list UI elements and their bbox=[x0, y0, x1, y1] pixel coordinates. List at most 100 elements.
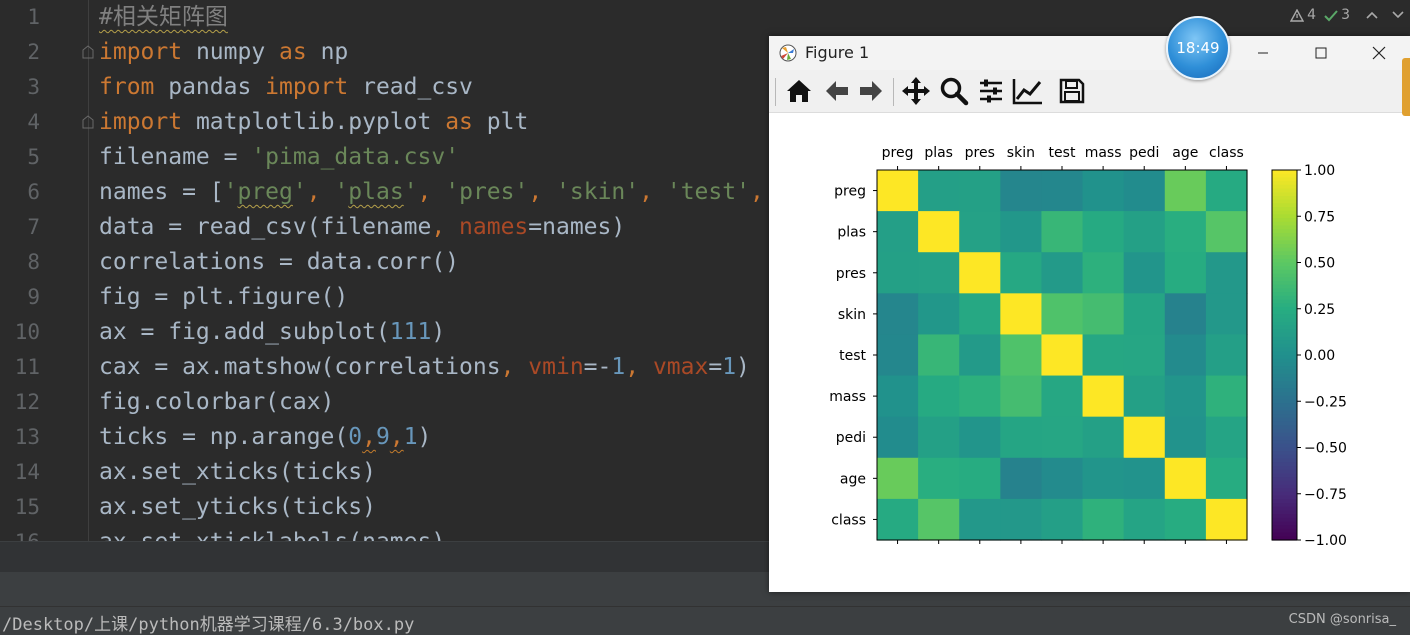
plot-canvas[interactable]: preg plas pres skin test mass pedi age class preg… bbox=[769, 113, 1410, 592]
maximize-button[interactable] bbox=[1298, 36, 1344, 70]
warning-count[interactable]: 4 bbox=[1290, 7, 1316, 23]
heatmap-cell bbox=[877, 252, 919, 294]
heatmap-cell bbox=[1082, 293, 1125, 336]
file-path[interactable]: /Desktop/上课/python机器学习课程/6.3/box.py bbox=[2, 610, 414, 635]
colorbar-segment bbox=[1272, 221, 1297, 227]
line-number: 14 bbox=[14, 460, 40, 484]
colorbar-segment bbox=[1272, 399, 1297, 404]
line-number: 8 bbox=[27, 250, 40, 274]
fold-marker-icon[interactable] bbox=[82, 115, 94, 129]
colorbar-segment bbox=[1272, 406, 1297, 412]
colorbar-segment bbox=[1272, 358, 1297, 363]
code-token: import bbox=[265, 74, 349, 100]
code-token: 1 bbox=[403, 424, 418, 450]
minimize-icon bbox=[1258, 52, 1268, 54]
heatmap-cell bbox=[877, 211, 919, 253]
inspection-widget[interactable]: 4 3 bbox=[1290, 4, 1404, 26]
colorbar-segment bbox=[1272, 414, 1297, 419]
colorbar-segment bbox=[1272, 499, 1297, 504]
back-button[interactable] bbox=[820, 74, 854, 108]
figure-window[interactable]: Figure 1 preg plas pres skin test mass p… bbox=[769, 36, 1410, 592]
floating-clock-widget[interactable]: 18:49 bbox=[1166, 16, 1230, 80]
edit-axis-icon bbox=[1012, 79, 1042, 105]
colorbar-segment bbox=[1272, 425, 1297, 430]
colorbar-segment bbox=[1272, 347, 1297, 352]
colorbar-segment bbox=[1272, 462, 1297, 467]
save-button[interactable] bbox=[1055, 74, 1089, 108]
colorbar-segment bbox=[1272, 177, 1297, 182]
heatmap-cell bbox=[877, 457, 919, 500]
code-token: plas bbox=[348, 179, 404, 205]
colorbar-segment bbox=[1272, 336, 1297, 341]
colorbar-segment bbox=[1272, 429, 1297, 434]
heatmap-cell bbox=[918, 170, 960, 212]
colorbar-segment bbox=[1272, 303, 1297, 308]
heatmap-cell bbox=[1164, 170, 1207, 212]
zoom-button[interactable] bbox=[937, 74, 971, 108]
colorbar-segment bbox=[1272, 170, 1297, 175]
code-token: np bbox=[306, 39, 349, 65]
close-button[interactable] bbox=[1356, 36, 1402, 70]
code-token: names = [ bbox=[99, 179, 224, 205]
code-text: fig = plt.figure() bbox=[99, 280, 348, 315]
window-title: Figure 1 bbox=[805, 43, 870, 62]
forward-button[interactable] bbox=[854, 74, 888, 108]
heatmap-cell bbox=[1123, 211, 1166, 253]
colorbar-segment bbox=[1272, 351, 1297, 356]
chevron-down-icon[interactable] bbox=[1392, 7, 1404, 23]
heatmap-cell bbox=[1082, 211, 1125, 253]
code-token: ax.set_xticks(ticks) bbox=[99, 459, 376, 485]
configure-subplots-button[interactable] bbox=[974, 74, 1008, 108]
colorbar-segment bbox=[1272, 506, 1297, 511]
code-token: =names) bbox=[528, 214, 626, 240]
colorbar-segment bbox=[1272, 310, 1297, 315]
minimize-button[interactable] bbox=[1240, 36, 1286, 70]
pan-icon bbox=[902, 77, 930, 105]
colorbar-segment bbox=[1272, 403, 1297, 408]
code-token: as bbox=[445, 109, 473, 135]
line-number: 9 bbox=[27, 285, 40, 309]
y-tick-label: age bbox=[840, 471, 866, 487]
heatmap-cell bbox=[1164, 211, 1207, 253]
heatmap-cell bbox=[1205, 416, 1248, 459]
heatmap-cell bbox=[1000, 375, 1043, 418]
window-titlebar[interactable]: Figure 1 bbox=[769, 36, 1410, 70]
code-token: preg bbox=[237, 179, 293, 205]
code-text: filename = 'pima_data.csv' bbox=[99, 140, 459, 175]
colorbar-tick-label: 0.00 bbox=[1304, 348, 1335, 364]
colorbar-segment bbox=[1272, 247, 1297, 252]
colorbar-segment bbox=[1272, 314, 1297, 319]
colorbar-segment bbox=[1272, 318, 1297, 323]
code-token: , bbox=[639, 179, 667, 205]
heatmap-cell bbox=[959, 170, 1001, 212]
colorbar-segment bbox=[1272, 199, 1297, 204]
heatmap-cell bbox=[959, 252, 1001, 294]
colorbar-segment bbox=[1272, 421, 1297, 426]
colorbar-segment bbox=[1272, 173, 1297, 178]
edit-axis-button[interactable] bbox=[1011, 74, 1045, 108]
code-token: fig = plt.figure() bbox=[99, 284, 349, 310]
chevron-up-icon[interactable] bbox=[1366, 7, 1378, 23]
heatmap-cell bbox=[1000, 416, 1043, 459]
home-button[interactable] bbox=[782, 74, 816, 108]
weak-warning-count[interactable]: 3 bbox=[1324, 7, 1350, 23]
x-tick-label: plas bbox=[924, 145, 953, 161]
side-panel-tab[interactable] bbox=[1402, 58, 1410, 116]
code-text: import numpy as np bbox=[99, 35, 348, 70]
heatmap-cell bbox=[1082, 457, 1125, 500]
colorbar-segment bbox=[1272, 306, 1297, 312]
back-icon bbox=[826, 81, 848, 101]
colorbar-segment bbox=[1272, 277, 1297, 282]
fold-marker-icon[interactable] bbox=[82, 45, 94, 59]
colorbar-segment bbox=[1272, 469, 1297, 474]
pan-button[interactable] bbox=[899, 74, 933, 108]
y-tick-label: plas bbox=[837, 225, 866, 241]
colorbar-segment bbox=[1272, 225, 1297, 230]
heatmap-cell bbox=[918, 375, 960, 418]
colorbar-segment bbox=[1272, 203, 1297, 208]
colorbar-segment bbox=[1272, 255, 1297, 260]
check-icon bbox=[1324, 9, 1338, 21]
heatmap-cell bbox=[1082, 375, 1125, 418]
line-number: 15 bbox=[14, 495, 40, 519]
colorbar-segment bbox=[1272, 392, 1297, 397]
